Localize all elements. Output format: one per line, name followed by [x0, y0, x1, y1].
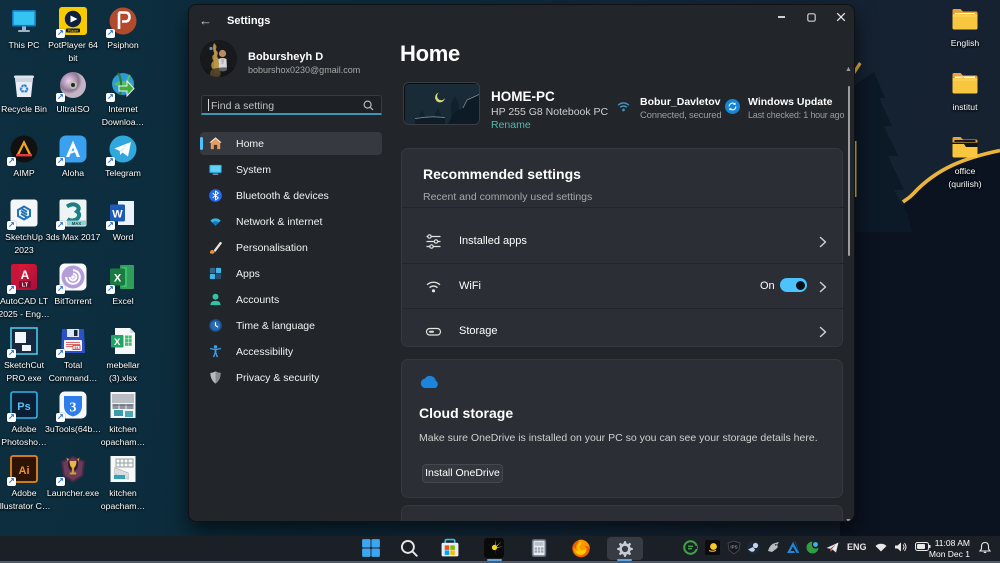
svg-text:LT: LT [22, 283, 29, 289]
svg-text:64: 64 [75, 346, 79, 350]
svg-text:Ps: Ps [17, 401, 30, 413]
svg-text:Player: Player [68, 29, 79, 33]
svg-text:MAX: MAX [72, 221, 82, 226]
svg-text:X: X [114, 273, 122, 285]
svg-text:3: 3 [70, 401, 77, 416]
svg-text:♻: ♻ [19, 82, 30, 96]
svg-text:IPS: IPS [730, 545, 737, 550]
svg-text:X: X [114, 337, 121, 348]
svg-text:W: W [112, 209, 123, 221]
svg-text:A: A [21, 268, 30, 282]
svg-text:Ai: Ai [19, 465, 30, 477]
